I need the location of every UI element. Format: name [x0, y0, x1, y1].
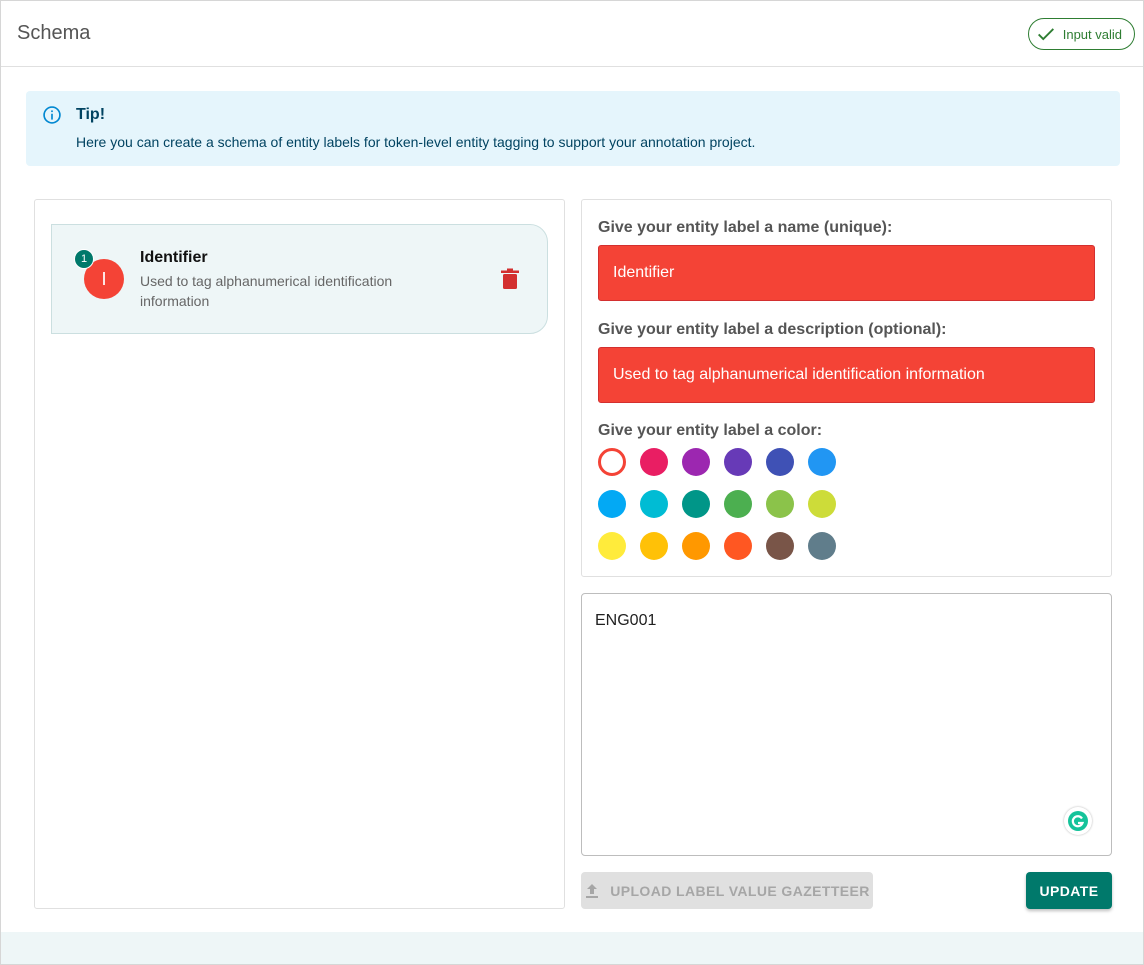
header: Schema Input valid: [1, 1, 1143, 67]
color-swatch[interactable]: [724, 490, 752, 518]
name-field-label: Give your entity label a name (unique):: [598, 219, 893, 236]
color-swatch[interactable]: [640, 448, 668, 476]
info-icon: [43, 106, 61, 124]
color-swatch[interactable]: [682, 532, 710, 560]
color-swatch[interactable]: [724, 532, 752, 560]
color-swatch[interactable]: [598, 490, 626, 518]
color-swatch[interactable]: [640, 490, 668, 518]
description-field-label: Give your entity label a description (op…: [598, 321, 947, 338]
upload-button-label: UPLOAD LABEL VALUE GAZETTEER: [610, 882, 870, 899]
status-chip-label: Input valid: [1062, 26, 1122, 42]
footer-bar: [1, 932, 1143, 964]
label-index-badge: 1: [74, 249, 94, 269]
status-chip: Input valid: [1027, 18, 1135, 50]
gazetteer-textarea[interactable]: [581, 593, 1112, 856]
grammarly-icon[interactable]: [1064, 807, 1092, 835]
label-name: Identifier: [140, 249, 208, 266]
update-button[interactable]: UPDATE: [1026, 872, 1112, 909]
label-list-item[interactable]: I 1 Identifier Used to tag alphanumerica…: [51, 224, 548, 334]
label-description-field[interactable]: [598, 347, 1095, 403]
color-swatch[interactable]: [808, 532, 836, 560]
schema-window: Schema Input valid Tip! Here you can cre…: [0, 0, 1144, 965]
color-swatch[interactable]: [598, 448, 626, 476]
tip-title: Tip!: [76, 106, 106, 123]
upload-gazetteer-button[interactable]: UPLOAD LABEL VALUE GAZETTEER: [581, 872, 873, 909]
check-icon: [1037, 28, 1054, 41]
color-swatch[interactable]: [682, 448, 710, 476]
color-swatch[interactable]: [808, 490, 836, 518]
tip-alert: Tip! Here you can create a schema of ent…: [26, 91, 1120, 166]
delete-icon[interactable]: [500, 268, 520, 290]
label-name-field[interactable]: [598, 245, 1095, 301]
label-list-panel: I 1 Identifier Used to tag alphanumerica…: [34, 199, 565, 909]
color-swatch[interactable]: [682, 490, 710, 518]
color-swatch[interactable]: [808, 448, 836, 476]
upload-icon: [586, 883, 599, 898]
label-editor-panel: Give your entity label a name (unique): …: [581, 199, 1112, 577]
color-swatch[interactable]: [766, 490, 794, 518]
color-swatch[interactable]: [766, 532, 794, 560]
page-title: Schema: [17, 22, 91, 44]
color-swatch[interactable]: [766, 448, 794, 476]
tip-text: Here you can create a schema of entity l…: [76, 134, 756, 150]
color-swatch[interactable]: [598, 532, 626, 560]
color-field-label: Give your entity label a color:: [598, 422, 823, 439]
label-description: Used to tag alphanumerical identificatio…: [140, 273, 393, 309]
color-swatch[interactable]: [724, 448, 752, 476]
color-swatch[interactable]: [640, 532, 668, 560]
